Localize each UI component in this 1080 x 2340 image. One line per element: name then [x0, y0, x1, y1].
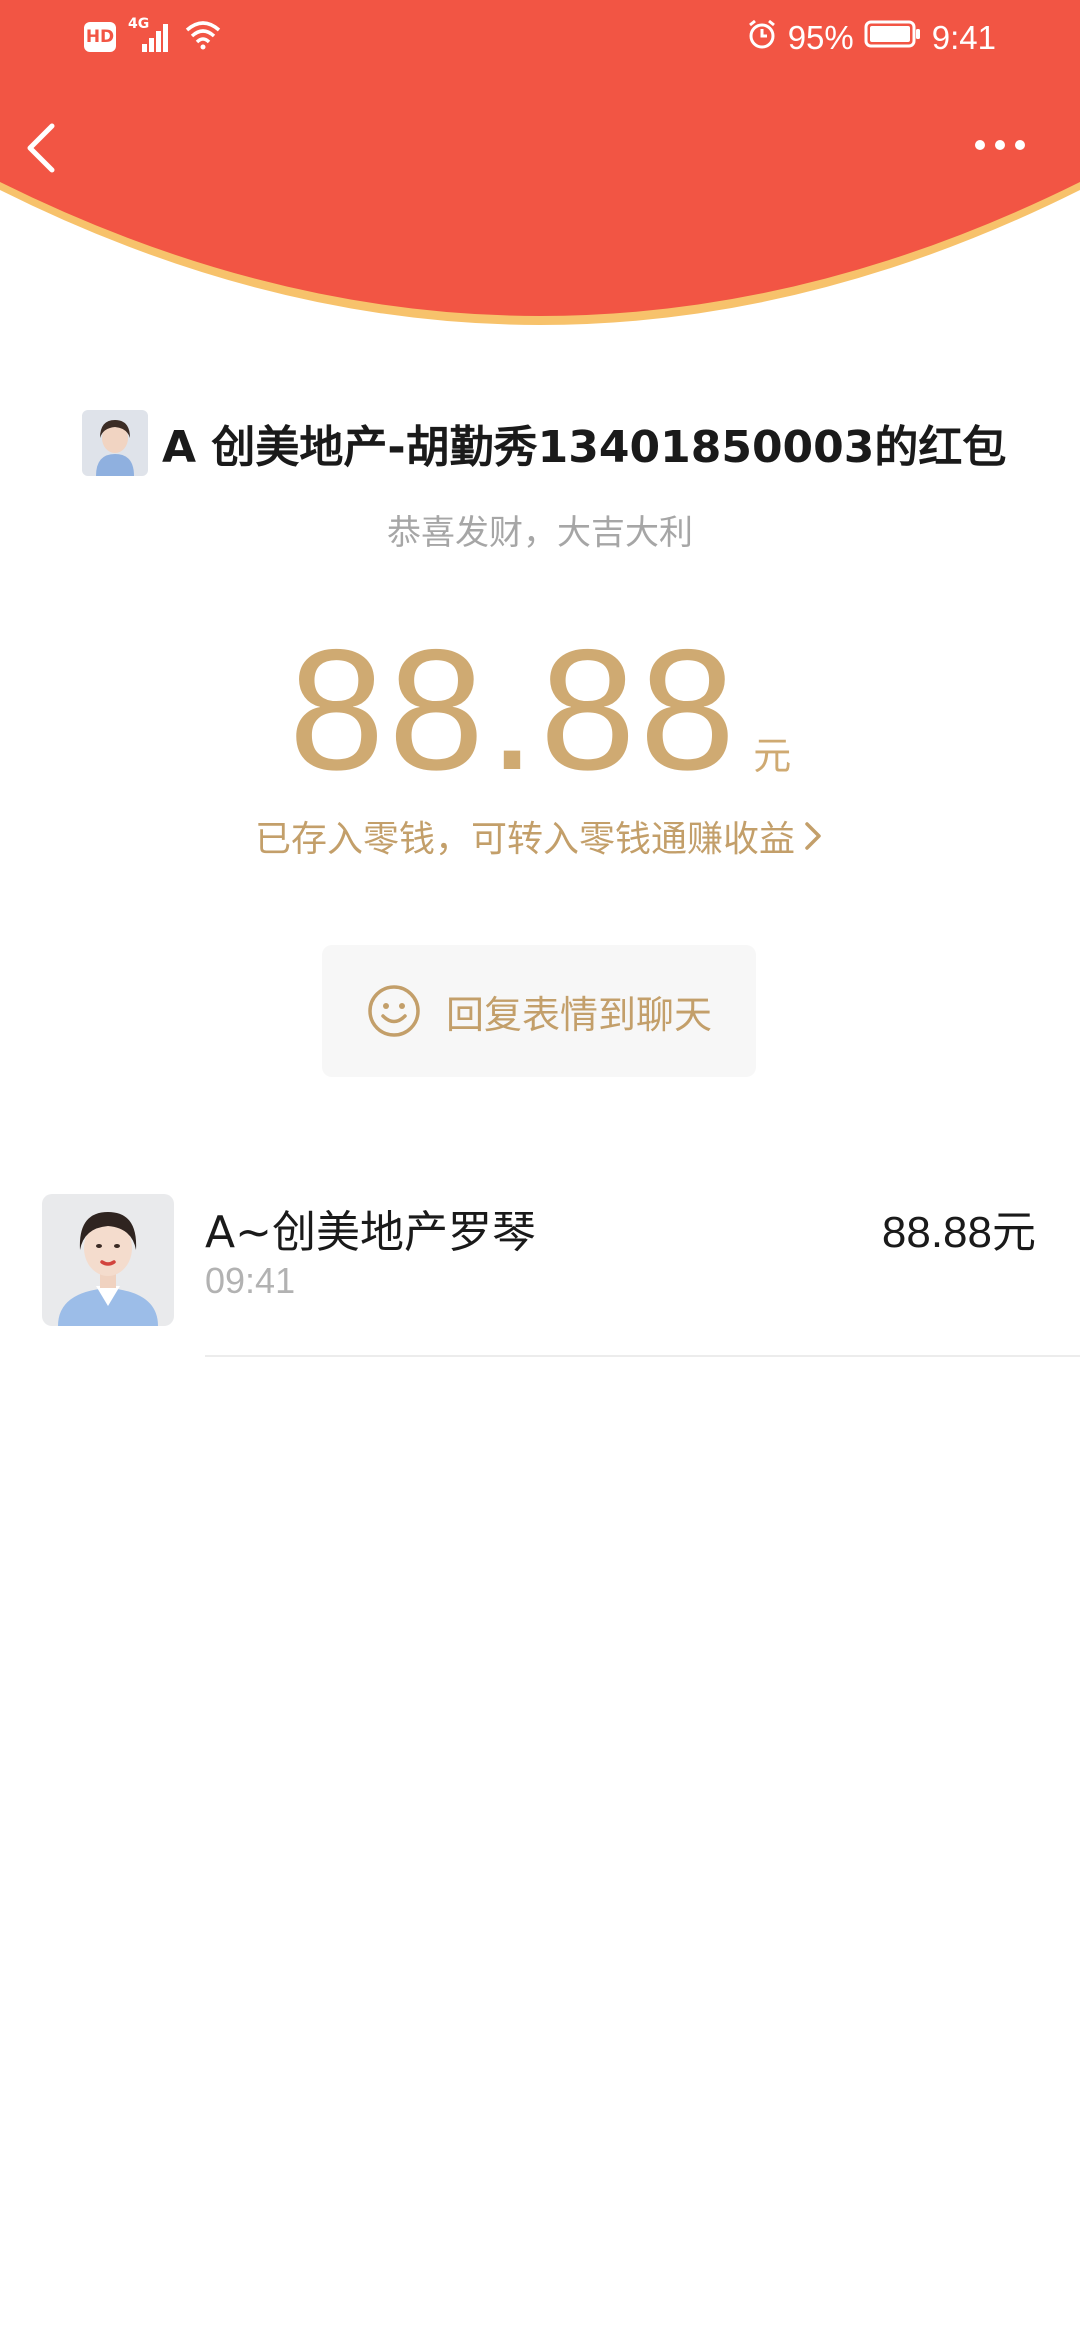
- greeting-text: 恭喜发财，大吉大利: [387, 513, 693, 553]
- deposit-link[interactable]: 已存入零钱，可转入零钱通赚收益: [0, 810, 1080, 862]
- list-item[interactable]: A~创美地产罗琴 09:41 88.88元: [0, 1190, 1080, 1358]
- amount-unit: 元: [753, 734, 792, 778]
- receiver-avatar[interactable]: [42, 1194, 174, 1326]
- sender-name: A 创美地产-胡勤秀13401850003的红包: [162, 422, 1007, 473]
- wifi-icon: [184, 20, 222, 54]
- receive-amount: 88.88元: [881, 1208, 1036, 1257]
- battery-percent: 95%: [787, 19, 854, 56]
- sender-row: A 创美地产-胡勤秀13401850003的红包: [82, 408, 1022, 478]
- status-right: 95% 9:41: [746, 18, 996, 58]
- deposit-note: 已存入零钱，可转入零钱通赚收益: [254, 819, 795, 860]
- smiley-icon: [368, 985, 420, 1037]
- receive-time: 09:41: [205, 1260, 296, 1301]
- clock: 9:41: [931, 19, 996, 56]
- reply-label: 回复表情到聊天: [445, 992, 712, 1037]
- hd-badge: HD: [84, 22, 116, 52]
- chevron-left-icon: [27, 123, 55, 173]
- receiver-name: A~创美地产罗琴: [205, 1207, 536, 1258]
- status-left: HD 4G: [84, 16, 222, 54]
- back-button[interactable]: [20, 118, 70, 178]
- amount-value: 88.88: [288, 614, 740, 806]
- reply-emoji-button[interactable]: 回复表情到聊天: [322, 945, 756, 1077]
- signal-4g-icon: 4G: [128, 16, 172, 54]
- amount-display: 88.88 元: [0, 615, 1080, 805]
- alarm-icon: [746, 18, 778, 58]
- sender-avatar[interactable]: [82, 410, 148, 476]
- more-dots-icon: [975, 140, 1025, 150]
- battery-icon: [864, 19, 922, 57]
- divider: [205, 1355, 1080, 1357]
- status-bar: HD 4G 95% 9:41: [0, 0, 1080, 80]
- more-button[interactable]: [970, 130, 1030, 160]
- chevron-right-icon: [805, 822, 821, 850]
